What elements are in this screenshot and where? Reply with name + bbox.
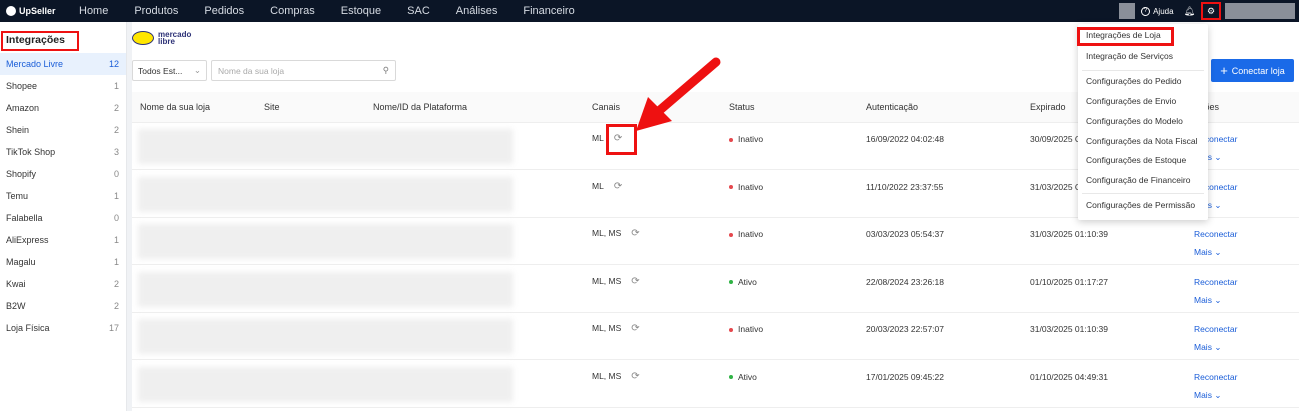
settings-dropdown-menu: Integrações de Loja Integração de Serviço… <box>1078 24 1208 220</box>
menu-separator <box>1082 70 1204 71</box>
highlight-box-store-integrations <box>1077 27 1174 46</box>
settings-menu-item[interactable]: Configuração de Financeiro <box>1086 175 1190 185</box>
settings-menu-item[interactable]: Configurações de Estoque <box>1086 155 1186 165</box>
settings-menu-item[interactable]: Configurações de Envio <box>1086 96 1176 106</box>
settings-menu-item[interactable]: Configurações da Nota Fiscal <box>1086 136 1198 146</box>
settings-menu-item[interactable]: Configurações do Pedido <box>1086 76 1181 86</box>
menu-separator <box>1082 193 1204 194</box>
settings-menu-item[interactable]: Integração de Serviços <box>1086 51 1173 61</box>
settings-menu-item[interactable]: Configurações do Modelo <box>1086 116 1183 126</box>
settings-menu-item[interactable]: Configurações de Permissão <box>1086 200 1195 210</box>
